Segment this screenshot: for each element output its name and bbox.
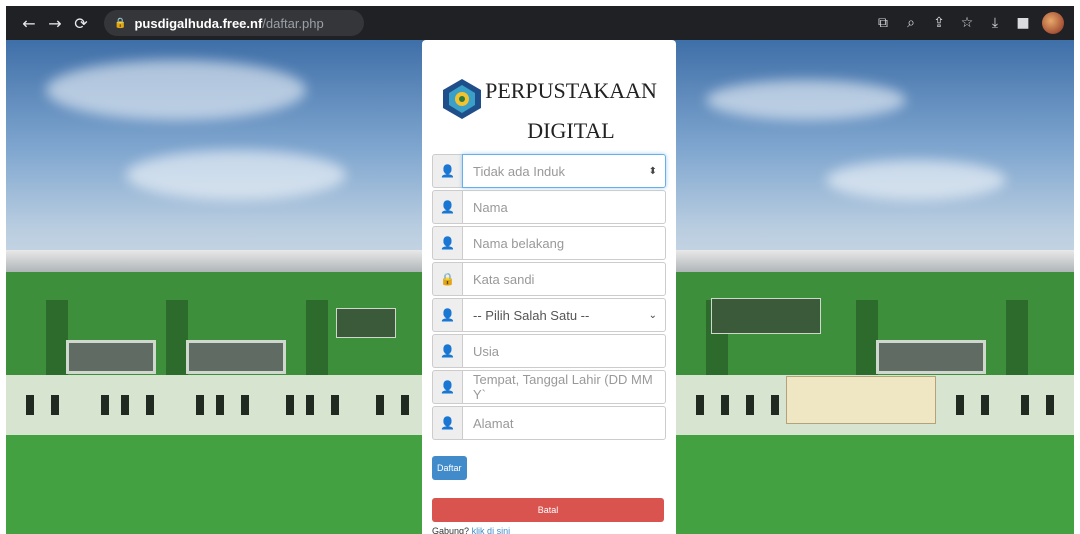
number-spinner-icon[interactable]: ⬍ <box>649 166 657 177</box>
lock-icon: 🔒 <box>432 262 462 296</box>
user-icon: 👤 <box>432 334 462 368</box>
library-logo-icon <box>443 79 482 119</box>
field-row-usia: 👤 Usia <box>432 334 666 368</box>
registration-card: PERPUSTAKAAN DIGITAL 👤 Tidak ada Induk ⬍… <box>422 40 676 534</box>
induk-placeholder: Tidak ada Induk <box>473 163 566 179</box>
brand-header: PERPUSTAKAAN DIGITAL <box>432 54 666 146</box>
field-row-induk: 👤 Tidak ada Induk ⬍ <box>432 154 666 188</box>
field-row-nama-belakang: 👤 Nama belakang <box>432 226 666 260</box>
category-select[interactable]: -- Pilih Salah Satu -- ⌄ <box>462 298 666 332</box>
url-host: pusdigalhuda.free.nf <box>134 15 263 31</box>
reload-icon[interactable]: ⟳ <box>68 14 94 33</box>
toolbar-actions: ⧉ ⌕ ⇪ ☆ ⤓ ■ <box>874 12 1064 34</box>
address-bar[interactable]: 🔒 pusdigalhuda.free.nf/daftar.php <box>104 10 364 36</box>
profile-avatar[interactable] <box>1042 12 1064 34</box>
address-placeholder: Alamat <box>473 415 514 431</box>
register-button[interactable]: Daftar <box>432 456 467 480</box>
last-name-input[interactable]: Nama belakang <box>462 226 666 260</box>
age-input[interactable]: Usia <box>462 334 666 368</box>
brand-line2: DIGITAL <box>527 118 615 143</box>
field-row-nama: 👤 Nama <box>432 190 666 224</box>
url-path: /daftar.php <box>262 15 324 31</box>
user-icon: 👤 <box>432 298 462 332</box>
translate-icon[interactable]: ⧉ <box>874 15 892 31</box>
user-icon: 👤 <box>432 406 462 440</box>
address-input[interactable]: Alamat <box>462 406 666 440</box>
field-row-select: 👤 -- Pilih Salah Satu -- ⌄ <box>432 298 666 332</box>
bookmark-star-icon[interactable]: ☆ <box>958 15 976 31</box>
login-prompt: Gabung? klik di sini <box>432 526 666 534</box>
password-placeholder: Kata sandi <box>473 271 535 287</box>
first-name-placeholder: Nama <box>473 199 508 215</box>
cancel-button[interactable]: Batal <box>432 498 664 522</box>
share-icon[interactable]: ⇪ <box>930 15 948 31</box>
birth-place-date-input[interactable]: Tempat, Tanggal Lahir (DD MM Y` <box>462 370 666 404</box>
user-icon: 👤 <box>432 370 462 404</box>
user-icon: 👤 <box>432 154 462 188</box>
download-icon[interactable]: ⤓ <box>986 15 1004 31</box>
lock-icon[interactable]: 🔒 <box>114 18 126 29</box>
age-placeholder: Usia <box>473 343 500 359</box>
forward-icon[interactable]: → <box>42 14 68 33</box>
last-name-placeholder: Nama belakang <box>473 235 565 251</box>
user-icon: 👤 <box>432 190 462 224</box>
login-link[interactable]: klik di sini <box>472 526 511 534</box>
induk-number-input[interactable]: Tidak ada Induk ⬍ <box>462 154 666 188</box>
chevron-down-icon[interactable]: ⌄ <box>649 310 657 321</box>
first-name-input[interactable]: Nama <box>462 190 666 224</box>
brand-line1: PERPUSTAKAAN <box>485 78 657 103</box>
birth-place-date-placeholder: Tempat, Tanggal Lahir (DD MM Y` <box>473 372 653 402</box>
zoom-icon[interactable]: ⌕ <box>902 15 920 31</box>
side-panel-icon[interactable]: ■ <box>1014 15 1032 31</box>
field-row-password: 🔒 Kata sandi <box>432 262 666 296</box>
category-select-value: -- Pilih Salah Satu -- <box>473 307 590 323</box>
brand-title: PERPUSTAKAAN DIGITAL <box>485 76 657 146</box>
field-row-alamat: 👤 Alamat <box>432 406 666 440</box>
user-icon: 👤 <box>432 226 462 260</box>
login-prompt-text: Gabung? <box>432 526 470 534</box>
browser-toolbar: ← → ⟳ 🔒 pusdigalhuda.free.nf/daftar.php … <box>6 6 1074 40</box>
password-input[interactable]: Kata sandi <box>462 262 666 296</box>
back-icon[interactable]: ← <box>16 14 42 33</box>
registration-form: 👤 Tidak ada Induk ⬍ 👤 Nama 👤 Nama belaka… <box>432 154 666 534</box>
field-row-ttl: 👤 Tempat, Tanggal Lahir (DD MM Y` <box>432 370 666 404</box>
